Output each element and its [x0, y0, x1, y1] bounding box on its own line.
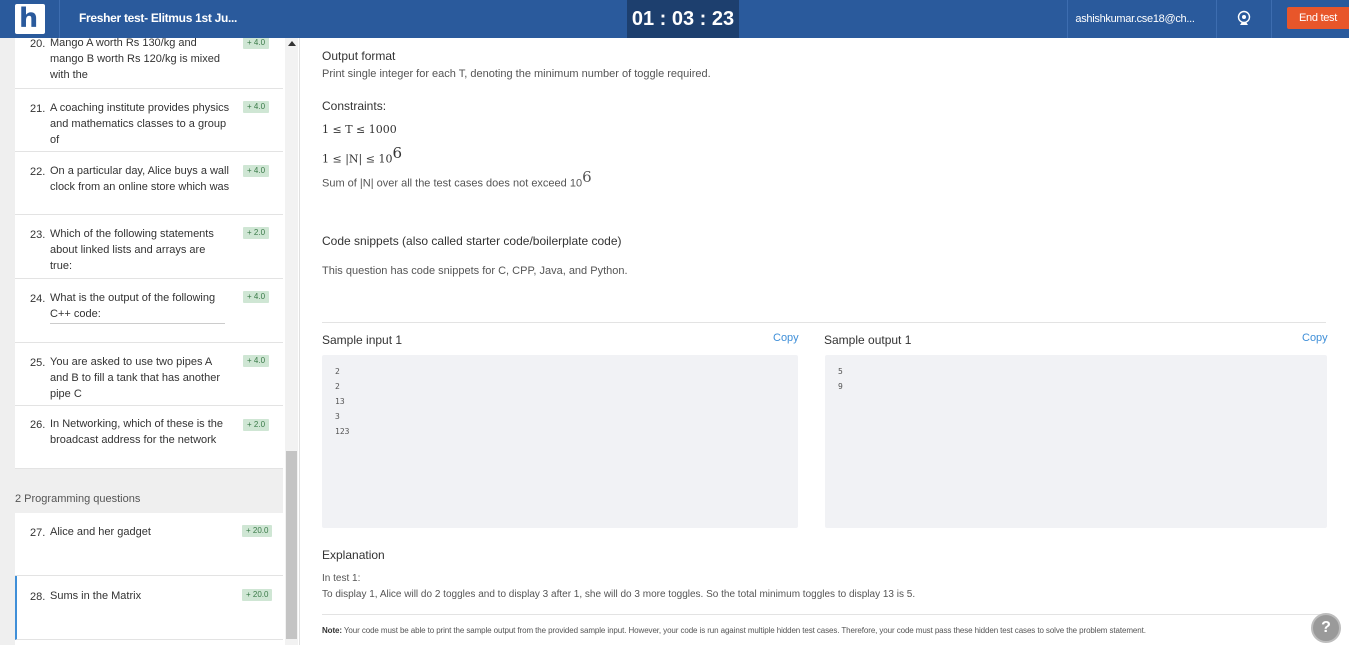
- test-title: Fresher test- Elitmus 1st Ju...: [79, 11, 238, 25]
- scrollbar-thumb[interactable]: [286, 451, 297, 639]
- code-line: 13: [335, 397, 345, 406]
- question-item-28[interactable]: 28. Sums in the Matrix + 20.0: [15, 576, 283, 640]
- question-item-24[interactable]: 24. What is the output of the following …: [15, 279, 283, 343]
- code-snippets-text: This question has code snippets for C, C…: [322, 265, 628, 277]
- copy-output-button[interactable]: Copy: [1302, 332, 1328, 344]
- section-label: 2 Programming questions: [15, 493, 141, 505]
- output-format-heading: Output format: [322, 49, 396, 63]
- question-item-27[interactable]: 27. Alice and her gadget + 20.0: [15, 513, 283, 576]
- sample-input-heading: Sample input 1: [322, 333, 403, 347]
- explanation-line-1: In test 1:: [322, 573, 361, 584]
- submission-note: Note: Your code must be able to print th…: [322, 626, 1146, 635]
- explanation-heading: Explanation: [322, 548, 385, 562]
- code-snippets-heading: Code snippets (also called starter code/…: [322, 234, 622, 248]
- constraint-2-exponent: 6: [392, 144, 402, 162]
- question-preview: What is the output of the following C++ …: [50, 292, 216, 320]
- question-preview: Alice and her gadget: [50, 526, 151, 538]
- explanation-line-2: To display 1, Alice will do 2 toggles an…: [322, 589, 916, 600]
- sample-output-heading: Sample output 1: [824, 333, 912, 347]
- question-sidebar: 20. Mango A worth Rs 130/kg and mango B …: [0, 38, 300, 645]
- question-number: 26.: [30, 419, 46, 431]
- question-preview: Mango A worth Rs 130/kg and mango B wort…: [50, 38, 220, 81]
- constraints-heading: Constraints:: [322, 99, 387, 113]
- code-line: 123: [335, 427, 350, 436]
- question-number: 25.: [30, 357, 46, 369]
- question-number: 20.: [30, 38, 46, 50]
- question-item-22[interactable]: 22. On a particular day, Alice buys a wa…: [15, 152, 283, 215]
- logo-container: h: [0, 0, 60, 38]
- constraint-2-base: 1 ≤ |N| ≤ 10: [322, 152, 393, 166]
- code-line: 2: [335, 367, 340, 376]
- problem-statement: Output format Print single integer for e…: [301, 38, 1349, 645]
- user-email[interactable]: ashishkumar.cse18@ch...: [1067, 0, 1202, 38]
- question-number: 21.: [30, 103, 46, 115]
- marks-badge: + 4.0: [243, 355, 270, 367]
- note-label: Note:: [322, 626, 342, 635]
- question-item-21[interactable]: 21. A coaching institute provides physic…: [15, 89, 283, 152]
- top-bar: h Fresher test- Elitmus 1st Ju... 01 : 0…: [0, 0, 1349, 38]
- marks-badge: + 20.0: [242, 589, 273, 601]
- question-preview: A coaching institute provides physics an…: [50, 102, 230, 146]
- marks-badge: + 4.0: [243, 291, 270, 303]
- constraint-1: 1 ≤ T ≤ 1000: [322, 123, 397, 136]
- preview-divider: [50, 323, 225, 324]
- marks-badge: + 20.0: [242, 525, 273, 537]
- section-header: 2 Programming questions: [0, 469, 283, 513]
- code-line: 5: [838, 367, 843, 376]
- end-test-button[interactable]: End test: [1287, 7, 1349, 29]
- output-format-text: Print single integer for each T, denotin…: [322, 68, 711, 80]
- scroll-up-arrow-icon[interactable]: [288, 41, 296, 46]
- question-number: 24.: [30, 293, 46, 305]
- countdown-timer: 01 : 03 : 23: [627, 0, 739, 38]
- sidebar-scrollbar[interactable]: [285, 38, 298, 645]
- help-icon[interactable]: ?: [1311, 613, 1341, 643]
- sidebar-gutter: [0, 38, 15, 645]
- question-item-25[interactable]: 25. You are asked to use two pipes A and…: [15, 343, 283, 406]
- code-line: 2: [335, 382, 340, 391]
- marks-badge: + 4.0: [243, 165, 270, 177]
- marks-badge: + 4.0: [243, 38, 270, 49]
- code-line: 9: [838, 382, 843, 391]
- question-preview: In Networking, which of these is the bro…: [50, 418, 224, 446]
- note-divider: [322, 614, 1326, 615]
- question-number: 22.: [30, 166, 46, 178]
- webcam-icon: [1237, 10, 1251, 25]
- question-preview: Which of the following statements about …: [50, 228, 214, 272]
- question-number: 27.: [30, 527, 46, 539]
- marks-badge: + 4.0: [243, 101, 270, 113]
- marks-badge: + 2.0: [243, 419, 270, 431]
- question-preview: Sums in the Matrix: [50, 590, 142, 602]
- question-item-23[interactable]: 23. Which of the following statements ab…: [15, 215, 283, 279]
- question-item-20[interactable]: 20. Mango A worth Rs 130/kg and mango B …: [15, 38, 283, 89]
- logo-glyph: h: [19, 3, 39, 34]
- question-number: 28.: [30, 591, 46, 603]
- sample-output-box: 5 9: [825, 355, 1327, 528]
- question-preview: You are asked to use two pipes A and B t…: [50, 356, 221, 400]
- question-number: 23.: [30, 229, 46, 241]
- copy-input-button[interactable]: Copy: [773, 332, 799, 344]
- code-line: 3: [335, 412, 340, 421]
- question-item-26[interactable]: 26. In Networking, which of these is the…: [15, 406, 283, 469]
- webcam-status[interactable]: [1216, 0, 1272, 38]
- constraint-3-exponent: 6: [582, 168, 592, 186]
- constraint-3-text: Sum of |N| over all the test cases does …: [322, 177, 583, 190]
- sample-input-box: 2 2 13 3 123: [322, 355, 798, 528]
- section-divider: [322, 322, 1326, 323]
- marks-badge: + 2.0: [243, 227, 270, 239]
- constraint-3: Sum of |N| over all the test cases does …: [322, 168, 592, 190]
- constraint-2: 1 ≤ |N| ≤ 106: [322, 144, 402, 166]
- note-text: Your code must be able to print the samp…: [341, 626, 1146, 635]
- hackerearth-logo[interactable]: h: [15, 4, 45, 34]
- question-preview: On a particular day, Alice buys a wall c…: [50, 165, 230, 193]
